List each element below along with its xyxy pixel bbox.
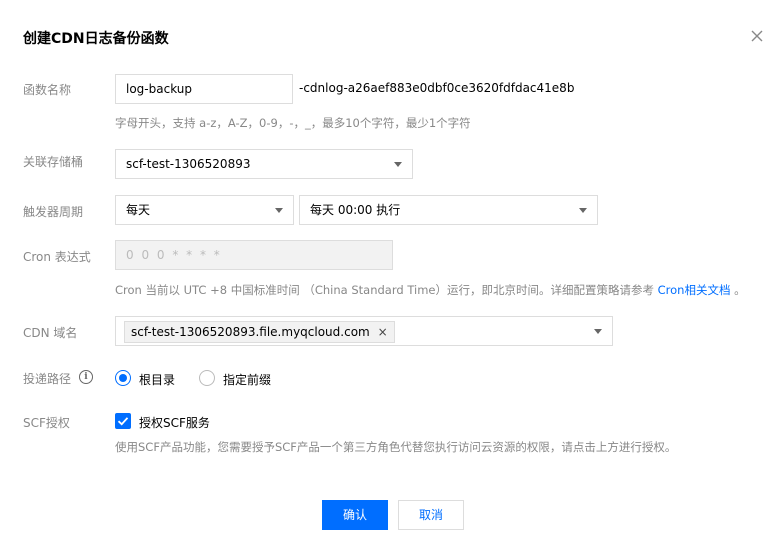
function-name-input[interactable]: log-backup: [115, 74, 293, 104]
function-name-hint: 字母开头，支持 a-z，A-Z，0-9，-，_，最多10个字符，最少1个字符: [115, 116, 471, 130]
bucket-select-value: scf-test-1306520893: [126, 157, 251, 171]
trigger-time-value: 每天 00:00 执行: [310, 203, 401, 217]
bucket-select[interactable]: scf-test-1306520893: [115, 149, 413, 179]
cdn-domain-tag-label: scf-test-1306520893.file.myqcloud.com: [131, 325, 370, 339]
cancel-button[interactable]: 取消: [398, 500, 464, 530]
cron-label: Cron 表达式: [23, 250, 91, 264]
delivery-path-label: 投递路径: [23, 372, 72, 386]
cdn-domain-label: CDN 域名: [23, 326, 78, 340]
trigger-period-value: 每天: [126, 203, 151, 217]
confirm-button[interactable]: 确认: [322, 500, 388, 530]
tag-remove-icon[interactable]: ×: [378, 322, 388, 342]
cron-hint-text: Cron 当前以 UTC +8 中国标准时间 （China Standard T…: [115, 283, 654, 297]
radio-root-directory[interactable]: [115, 370, 131, 386]
cdn-domain-select[interactable]: scf-test-1306520893.file.myqcloud.com ×: [115, 316, 613, 346]
chevron-down-icon: [579, 208, 587, 213]
dialog-title: 创建CDN日志备份函数: [23, 31, 169, 47]
scf-auth-hint: 使用SCF产品功能，您需要授予SCF产品一个第三方角色代替您执行访问云资源的权限…: [115, 440, 677, 454]
radio-specified-prefix-label: 指定前缀: [223, 373, 272, 387]
trigger-time-select[interactable]: 每天 00:00 执行: [299, 195, 598, 225]
bucket-label: 关联存储桶: [23, 155, 84, 169]
cron-input: 0 0 0 * * * *: [115, 240, 393, 270]
info-icon[interactable]: i: [79, 370, 93, 384]
cdn-domain-tag: scf-test-1306520893.file.myqcloud.com ×: [124, 321, 395, 343]
chevron-down-icon: [594, 329, 602, 334]
scf-auth-checkbox-label: 授权SCF服务: [139, 416, 210, 430]
scf-auth-checkbox[interactable]: [115, 413, 131, 429]
create-cdn-log-backup-dialog: 创建CDN日志备份函数 函数名称 log-backup -cdnlog-a26a…: [0, 0, 782, 547]
close-icon[interactable]: [749, 28, 765, 44]
radio-specified-prefix[interactable]: [199, 370, 215, 386]
radio-root-directory-label: 根目录: [139, 373, 176, 387]
trigger-period-select[interactable]: 每天: [115, 195, 294, 225]
cron-hint: Cron 当前以 UTC +8 中国标准时间 （China Standard T…: [115, 282, 746, 298]
chevron-down-icon: [394, 162, 402, 167]
function-name-label: 函数名称: [23, 83, 72, 97]
cron-docs-link[interactable]: Cron相关文档: [658, 283, 731, 297]
scf-auth-label: SCF授权: [23, 416, 70, 430]
trigger-period-label: 触发器周期: [23, 205, 84, 219]
cron-hint-end: 。: [734, 283, 746, 297]
function-name-suffix: -cdnlog-a26aef883e0dbf0ce3620fdfdac41e8b: [299, 81, 575, 95]
chevron-down-icon: [275, 208, 283, 213]
